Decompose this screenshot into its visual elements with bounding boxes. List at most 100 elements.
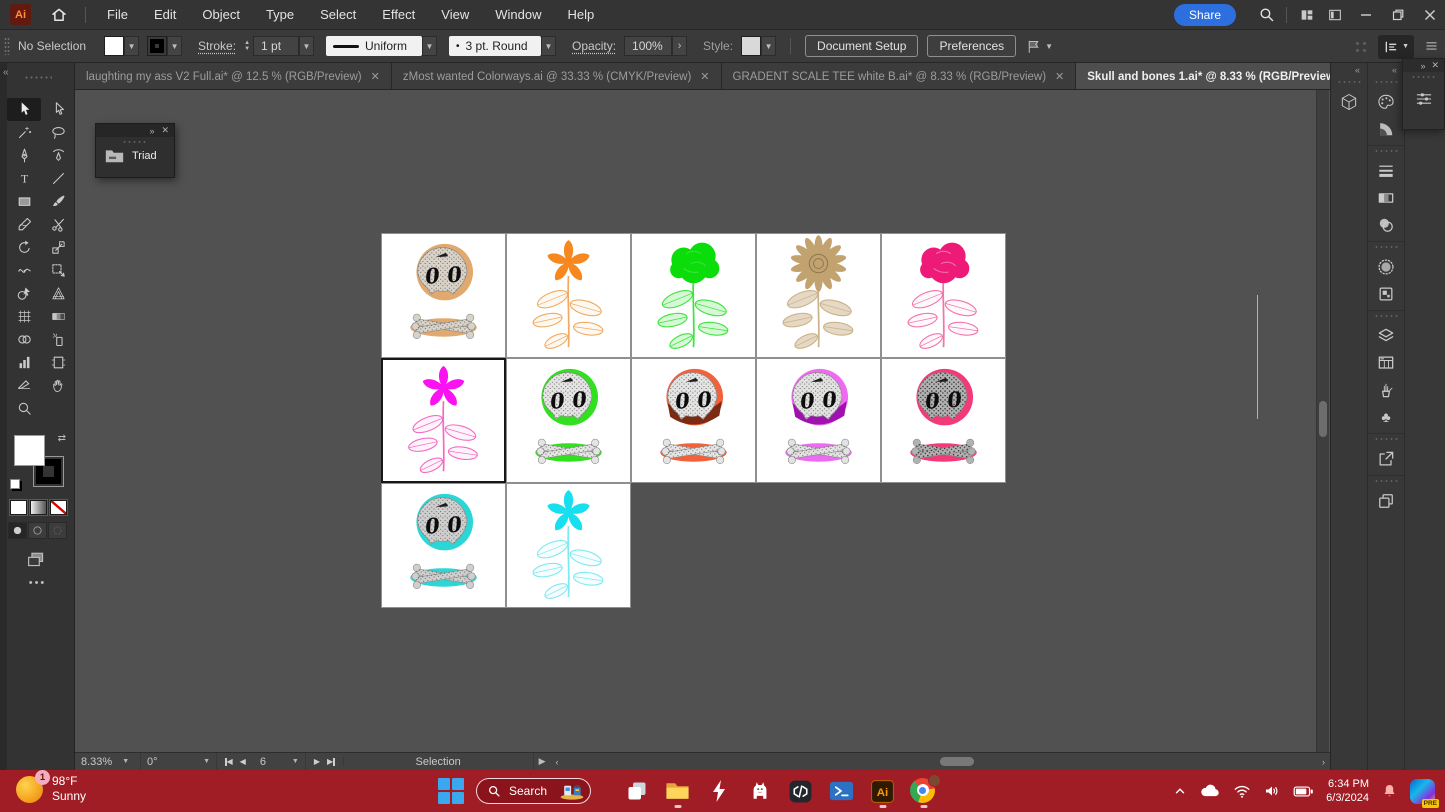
artboard-9-skull[interactable]: 00 bbox=[756, 358, 881, 483]
artboard-tool[interactable] bbox=[41, 351, 75, 374]
symbols-panel-icon[interactable]: ♣ bbox=[1368, 403, 1405, 430]
selection-tools-icon[interactable]: ▼ bbox=[1025, 38, 1053, 55]
color-panel-icon[interactable] bbox=[1368, 88, 1405, 115]
asset-export-panel-icon[interactable] bbox=[1368, 487, 1405, 514]
screen-mode-button[interactable] bbox=[26, 550, 46, 568]
rectangle-tool[interactable] bbox=[7, 190, 41, 213]
zoom-tool[interactable] bbox=[7, 397, 41, 420]
more-tools-button[interactable]: ••• bbox=[0, 577, 75, 589]
tray-chevron-icon[interactable] bbox=[1173, 784, 1187, 798]
gradient-tool[interactable] bbox=[41, 305, 75, 328]
fill-proxy-swatch[interactable] bbox=[14, 435, 45, 466]
document-tab-3[interactable]: GRADENT SCALE TEE white B.ai* @ 8.33 % (… bbox=[722, 63, 1077, 90]
hand-tool[interactable] bbox=[41, 374, 75, 397]
powershell-icon[interactable] bbox=[828, 772, 855, 810]
artboard-3-flower-rose[interactable] bbox=[631, 233, 756, 358]
free-transform-tool[interactable] bbox=[41, 259, 75, 282]
weather-widget[interactable]: 1 98°F Sunny bbox=[16, 774, 86, 804]
artboard-11-skull[interactable]: 00 bbox=[381, 483, 506, 608]
search-box[interactable]: Search bbox=[476, 778, 591, 804]
dock-grip[interactable] bbox=[1374, 479, 1398, 483]
column-graph-tool[interactable] bbox=[7, 351, 41, 374]
width-profile-select[interactable]: Uniform bbox=[326, 36, 422, 56]
llama-icon[interactable] bbox=[746, 772, 773, 810]
brush-definition-select[interactable]: • 3 pt. Round bbox=[449, 36, 541, 56]
preferences-button[interactable]: Preferences bbox=[927, 35, 1016, 57]
dock-grip[interactable] bbox=[1374, 437, 1398, 441]
artboard-7-skull[interactable]: 00 bbox=[506, 358, 631, 483]
collapse-tools-icon[interactable]: « bbox=[3, 67, 9, 78]
default-fill-stroke-icon[interactable] bbox=[10, 479, 20, 489]
scroll-right-arrow[interactable]: › bbox=[1317, 757, 1330, 767]
artboard-number-select[interactable]: 6▼ bbox=[254, 753, 306, 771]
none-mode-button[interactable] bbox=[50, 500, 67, 515]
opacity-expand-arrow[interactable]: › bbox=[672, 36, 687, 56]
menu-window[interactable]: Window bbox=[482, 0, 554, 30]
symbol-sprayer-tool[interactable] bbox=[41, 328, 75, 351]
menu-select[interactable]: Select bbox=[307, 0, 369, 30]
layers-panel-icon[interactable] bbox=[1368, 322, 1405, 349]
magic-wand-tool[interactable] bbox=[7, 121, 41, 144]
search-icon[interactable] bbox=[1252, 0, 1280, 30]
artboard-6-flower-star[interactable] bbox=[381, 358, 506, 483]
props-collapse-icon[interactable]: » bbox=[1420, 61, 1425, 71]
shaper-tool[interactable] bbox=[7, 213, 41, 236]
rotation-select[interactable]: 0°▼ bbox=[141, 753, 217, 771]
battery-icon[interactable] bbox=[1293, 785, 1314, 798]
triad-close-icon[interactable]: ✕ bbox=[161, 125, 169, 136]
artboard-8-skull[interactable]: 00 bbox=[631, 358, 756, 483]
stroke-weight-stepper[interactable]: ▲▼ bbox=[244, 40, 250, 52]
stroke-weight-field[interactable]: 1 pt bbox=[253, 36, 299, 56]
workspace-switcher-icon[interactable] bbox=[1321, 0, 1349, 30]
wifi-icon[interactable] bbox=[1233, 784, 1251, 799]
rotate-tool[interactable] bbox=[7, 236, 41, 259]
style-dropdown[interactable]: ▼ bbox=[761, 36, 776, 56]
dock-grip[interactable] bbox=[1374, 80, 1398, 84]
graphic-styles-panel-icon[interactable] bbox=[1368, 280, 1405, 307]
menu-view[interactable]: View bbox=[428, 0, 482, 30]
direct-selection-tool[interactable] bbox=[41, 98, 75, 121]
tab-close-icon[interactable]: ✕ bbox=[1055, 70, 1064, 83]
onedrive-icon[interactable] bbox=[1199, 783, 1221, 799]
draw-normal-button[interactable] bbox=[8, 522, 27, 539]
notification-bell-icon[interactable] bbox=[1381, 782, 1398, 800]
illustrator-icon[interactable]: Ai bbox=[869, 772, 896, 810]
draw-behind-button[interactable] bbox=[28, 522, 47, 539]
stroke-panel-icon[interactable] bbox=[1368, 157, 1405, 184]
style-swatch[interactable] bbox=[741, 36, 761, 56]
menu-effect[interactable]: Effect bbox=[369, 0, 428, 30]
stroke-color-dropdown[interactable]: ▼ bbox=[167, 36, 182, 56]
dock-grip[interactable] bbox=[1337, 80, 1361, 84]
list-menu-icon[interactable] bbox=[1424, 39, 1439, 54]
dock-grip[interactable] bbox=[1374, 245, 1398, 249]
share-button[interactable]: Share bbox=[1174, 4, 1236, 26]
collapse-dock-icon[interactable]: « bbox=[1392, 65, 1397, 77]
dock-grip[interactable] bbox=[1374, 314, 1398, 318]
fill-color-swatch[interactable] bbox=[104, 36, 124, 56]
panel-grip[interactable] bbox=[4, 37, 10, 55]
stroke-color-swatch[interactable] bbox=[147, 36, 167, 56]
document-tab-2[interactable]: zMost wanted Colorways.ai @ 33.33 % (CMY… bbox=[392, 63, 722, 90]
home-icon[interactable] bbox=[45, 0, 73, 30]
dock-grip[interactable] bbox=[1374, 149, 1398, 153]
draw-inside-button[interactable] bbox=[48, 522, 67, 539]
gradient-mode-button[interactable] bbox=[30, 500, 47, 515]
slice-tool[interactable] bbox=[7, 374, 41, 397]
triad-collapse-icon[interactable]: » bbox=[149, 126, 154, 136]
copilot-icon[interactable]: PRE bbox=[1410, 779, 1435, 804]
illustrator-app-icon[interactable]: Ai bbox=[10, 4, 31, 25]
scale-tool[interactable] bbox=[41, 236, 75, 259]
menu-file[interactable]: File bbox=[94, 0, 141, 30]
close-button[interactable] bbox=[1415, 0, 1445, 30]
gradient-wedge-panel-icon[interactable] bbox=[1368, 115, 1405, 142]
search-highlight-image[interactable] bbox=[559, 782, 585, 800]
fill-color-dropdown[interactable]: ▼ bbox=[124, 36, 139, 56]
menu-edit[interactable]: Edit bbox=[141, 0, 189, 30]
artboard-4-flower-sun[interactable] bbox=[756, 233, 881, 358]
tab-close-icon[interactable]: ✕ bbox=[371, 70, 380, 83]
gradient-panel-icon[interactable] bbox=[1368, 184, 1405, 211]
perspective-grid-tool[interactable] bbox=[41, 282, 75, 305]
props-grip[interactable] bbox=[1411, 75, 1437, 79]
blend-tool[interactable] bbox=[7, 328, 41, 351]
artboard-2-flower-star[interactable] bbox=[506, 233, 631, 358]
